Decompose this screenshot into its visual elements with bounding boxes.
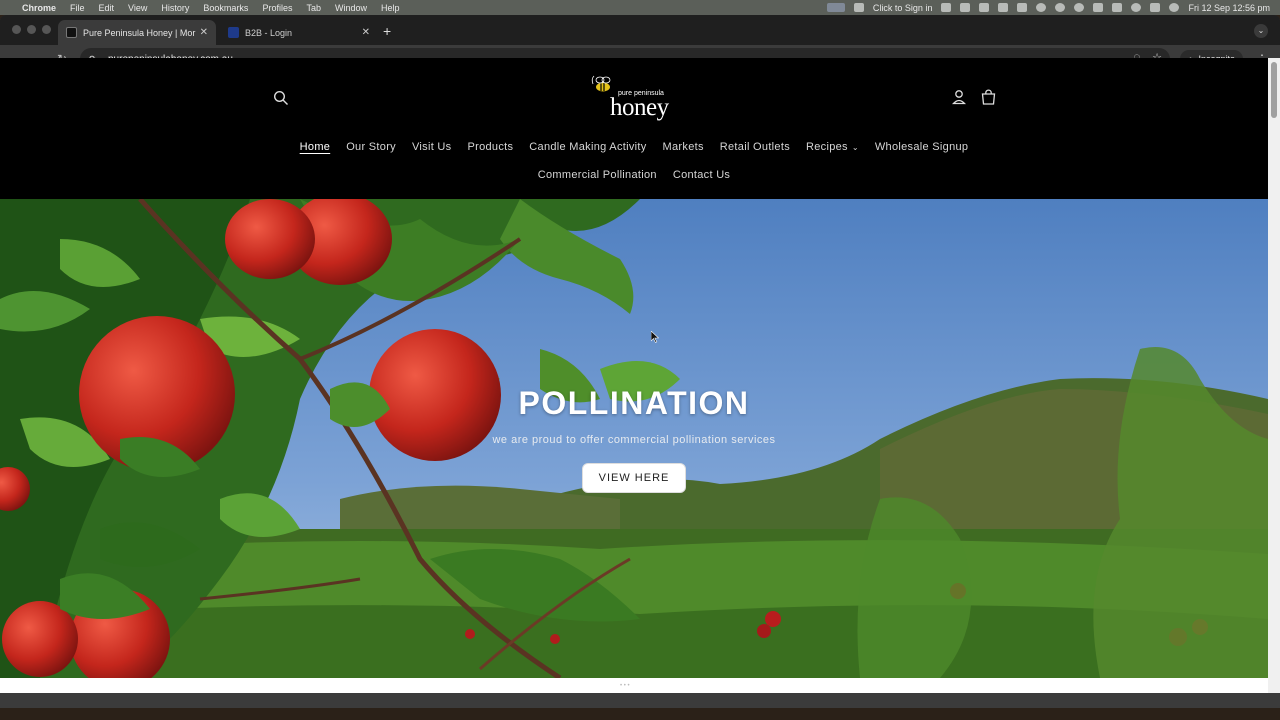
nav-candle-making-activity[interactable]: Candle Making Activity [521, 141, 654, 153]
menu-bookmarks[interactable]: Bookmarks [203, 3, 248, 13]
control-center-icon[interactable] [1150, 3, 1161, 12]
nav-recipes[interactable]: Recipes ⌄ [798, 141, 867, 153]
nav-visit-us[interactable]: Visit Us [404, 141, 459, 153]
macos-menubar: Chrome File Edit View History Bookmarks … [0, 0, 1280, 15]
menu-view[interactable]: View [128, 3, 147, 13]
page-scrollbar[interactable] [1268, 58, 1280, 693]
menu-history[interactable]: History [161, 3, 189, 13]
account-icon[interactable] [951, 89, 967, 105]
window-controls [12, 25, 51, 34]
menu-app-name[interactable]: Chrome [22, 3, 56, 13]
play-icon[interactable] [1055, 3, 1066, 12]
tab-strip: Pure Peninsula Honey | Morni ✕ B2B - Log… [0, 15, 1280, 45]
close-window-button[interactable] [12, 25, 21, 34]
nav-markets[interactable]: Markets [655, 141, 712, 153]
nav-retail-outlets[interactable]: Retail Outlets [712, 141, 798, 153]
tab-title: B2B - Login [245, 27, 293, 38]
clock-icon[interactable] [1036, 3, 1047, 12]
menu-tab[interactable]: Tab [306, 3, 321, 13]
nav-recipes-label: Recipes [806, 141, 848, 153]
site-favicon-icon [66, 27, 77, 38]
chevron-down-icon: ⌄ [851, 143, 859, 152]
menu-window[interactable]: Window [335, 3, 367, 13]
sign-in-status[interactable]: Click to Sign in [873, 3, 933, 13]
menu-profiles[interactable]: Profiles [262, 3, 292, 13]
menu-edit[interactable]: Edit [99, 3, 115, 13]
page-viewport: pure peninsula honey Home Our Story Visi… [0, 58, 1268, 693]
hero-banner: POLLINATION we are proud to offer commer… [0, 199, 1268, 678]
calendar-icon[interactable] [1017, 3, 1028, 12]
cart-icon[interactable] [980, 89, 997, 106]
tab-title: Pure Peninsula Honey | Morni [83, 27, 196, 38]
view-here-button[interactable]: VIEW HERE [582, 463, 686, 493]
image-icon[interactable] [998, 3, 1009, 12]
clock-datetime[interactable]: Fri 12 Sep 12:56 pm [1188, 3, 1270, 13]
main-nav-row2: Commercial Pollination Contact Us [0, 169, 1268, 181]
scrollbar-thumb[interactable] [1271, 62, 1277, 118]
vpn-icon[interactable] [1093, 3, 1104, 12]
close-tab-icon[interactable]: ✕ [200, 27, 208, 38]
nav-contact-us[interactable]: Contact Us [665, 169, 738, 181]
search-spotlight-icon[interactable] [1131, 3, 1142, 12]
nav-our-story[interactable]: Our Story [338, 141, 404, 153]
tab-pure-peninsula-honey[interactable]: Pure Peninsula Honey | Morni ✕ [58, 20, 216, 45]
bee-logo-icon [591, 75, 611, 92]
new-tab-icon[interactable]: + [383, 23, 391, 39]
dropbox-icon[interactable] [979, 3, 990, 12]
desktop-background-strip [0, 708, 1280, 720]
mouse-cursor-icon [651, 331, 659, 343]
b2b-favicon-icon [228, 27, 239, 38]
nav-home[interactable]: Home [292, 141, 339, 153]
zoom-icon[interactable] [853, 3, 864, 12]
s-icon[interactable] [960, 3, 971, 12]
hero-subtitle: we are proud to offer commercial pollina… [492, 434, 776, 446]
menu-help[interactable]: Help [381, 3, 400, 13]
minimize-window-button[interactable] [27, 25, 36, 34]
slider-dots[interactable]: • • • [620, 683, 630, 689]
tab-b2b-login[interactable]: B2B - Login ✕ [220, 20, 378, 45]
main-nav: Home Our Story Visit Us Products Candle … [0, 141, 1268, 153]
search-icon[interactable] [273, 90, 289, 106]
hero-title: POLLINATION [518, 385, 750, 421]
screen-record-icon[interactable] [826, 3, 845, 12]
site-logo[interactable]: pure peninsula honey [586, 72, 676, 121]
nav-wholesale-signup[interactable]: Wholesale Signup [867, 141, 976, 153]
wifi-icon[interactable] [1112, 3, 1123, 12]
moon-icon[interactable] [1074, 3, 1085, 12]
logo-wordmark: honey [610, 94, 669, 121]
close-tab-icon[interactable]: ✕ [362, 27, 370, 38]
app-icon[interactable] [941, 3, 952, 12]
nav-products[interactable]: Products [459, 141, 521, 153]
siri-icon[interactable] [1169, 3, 1180, 12]
menu-file[interactable]: File [70, 3, 85, 13]
maximize-window-button[interactable] [42, 25, 51, 34]
next-section-edge: • • • [0, 678, 1268, 693]
status-area: Click to Sign in Fri 12 Sep 12:56 pm [826, 0, 1270, 15]
nav-commercial-pollination[interactable]: Commercial Pollination [530, 169, 665, 181]
site-header: pure peninsula honey Home Our Story Visi… [0, 58, 1268, 199]
tab-search-icon[interactable]: ⌄ [1254, 24, 1268, 38]
